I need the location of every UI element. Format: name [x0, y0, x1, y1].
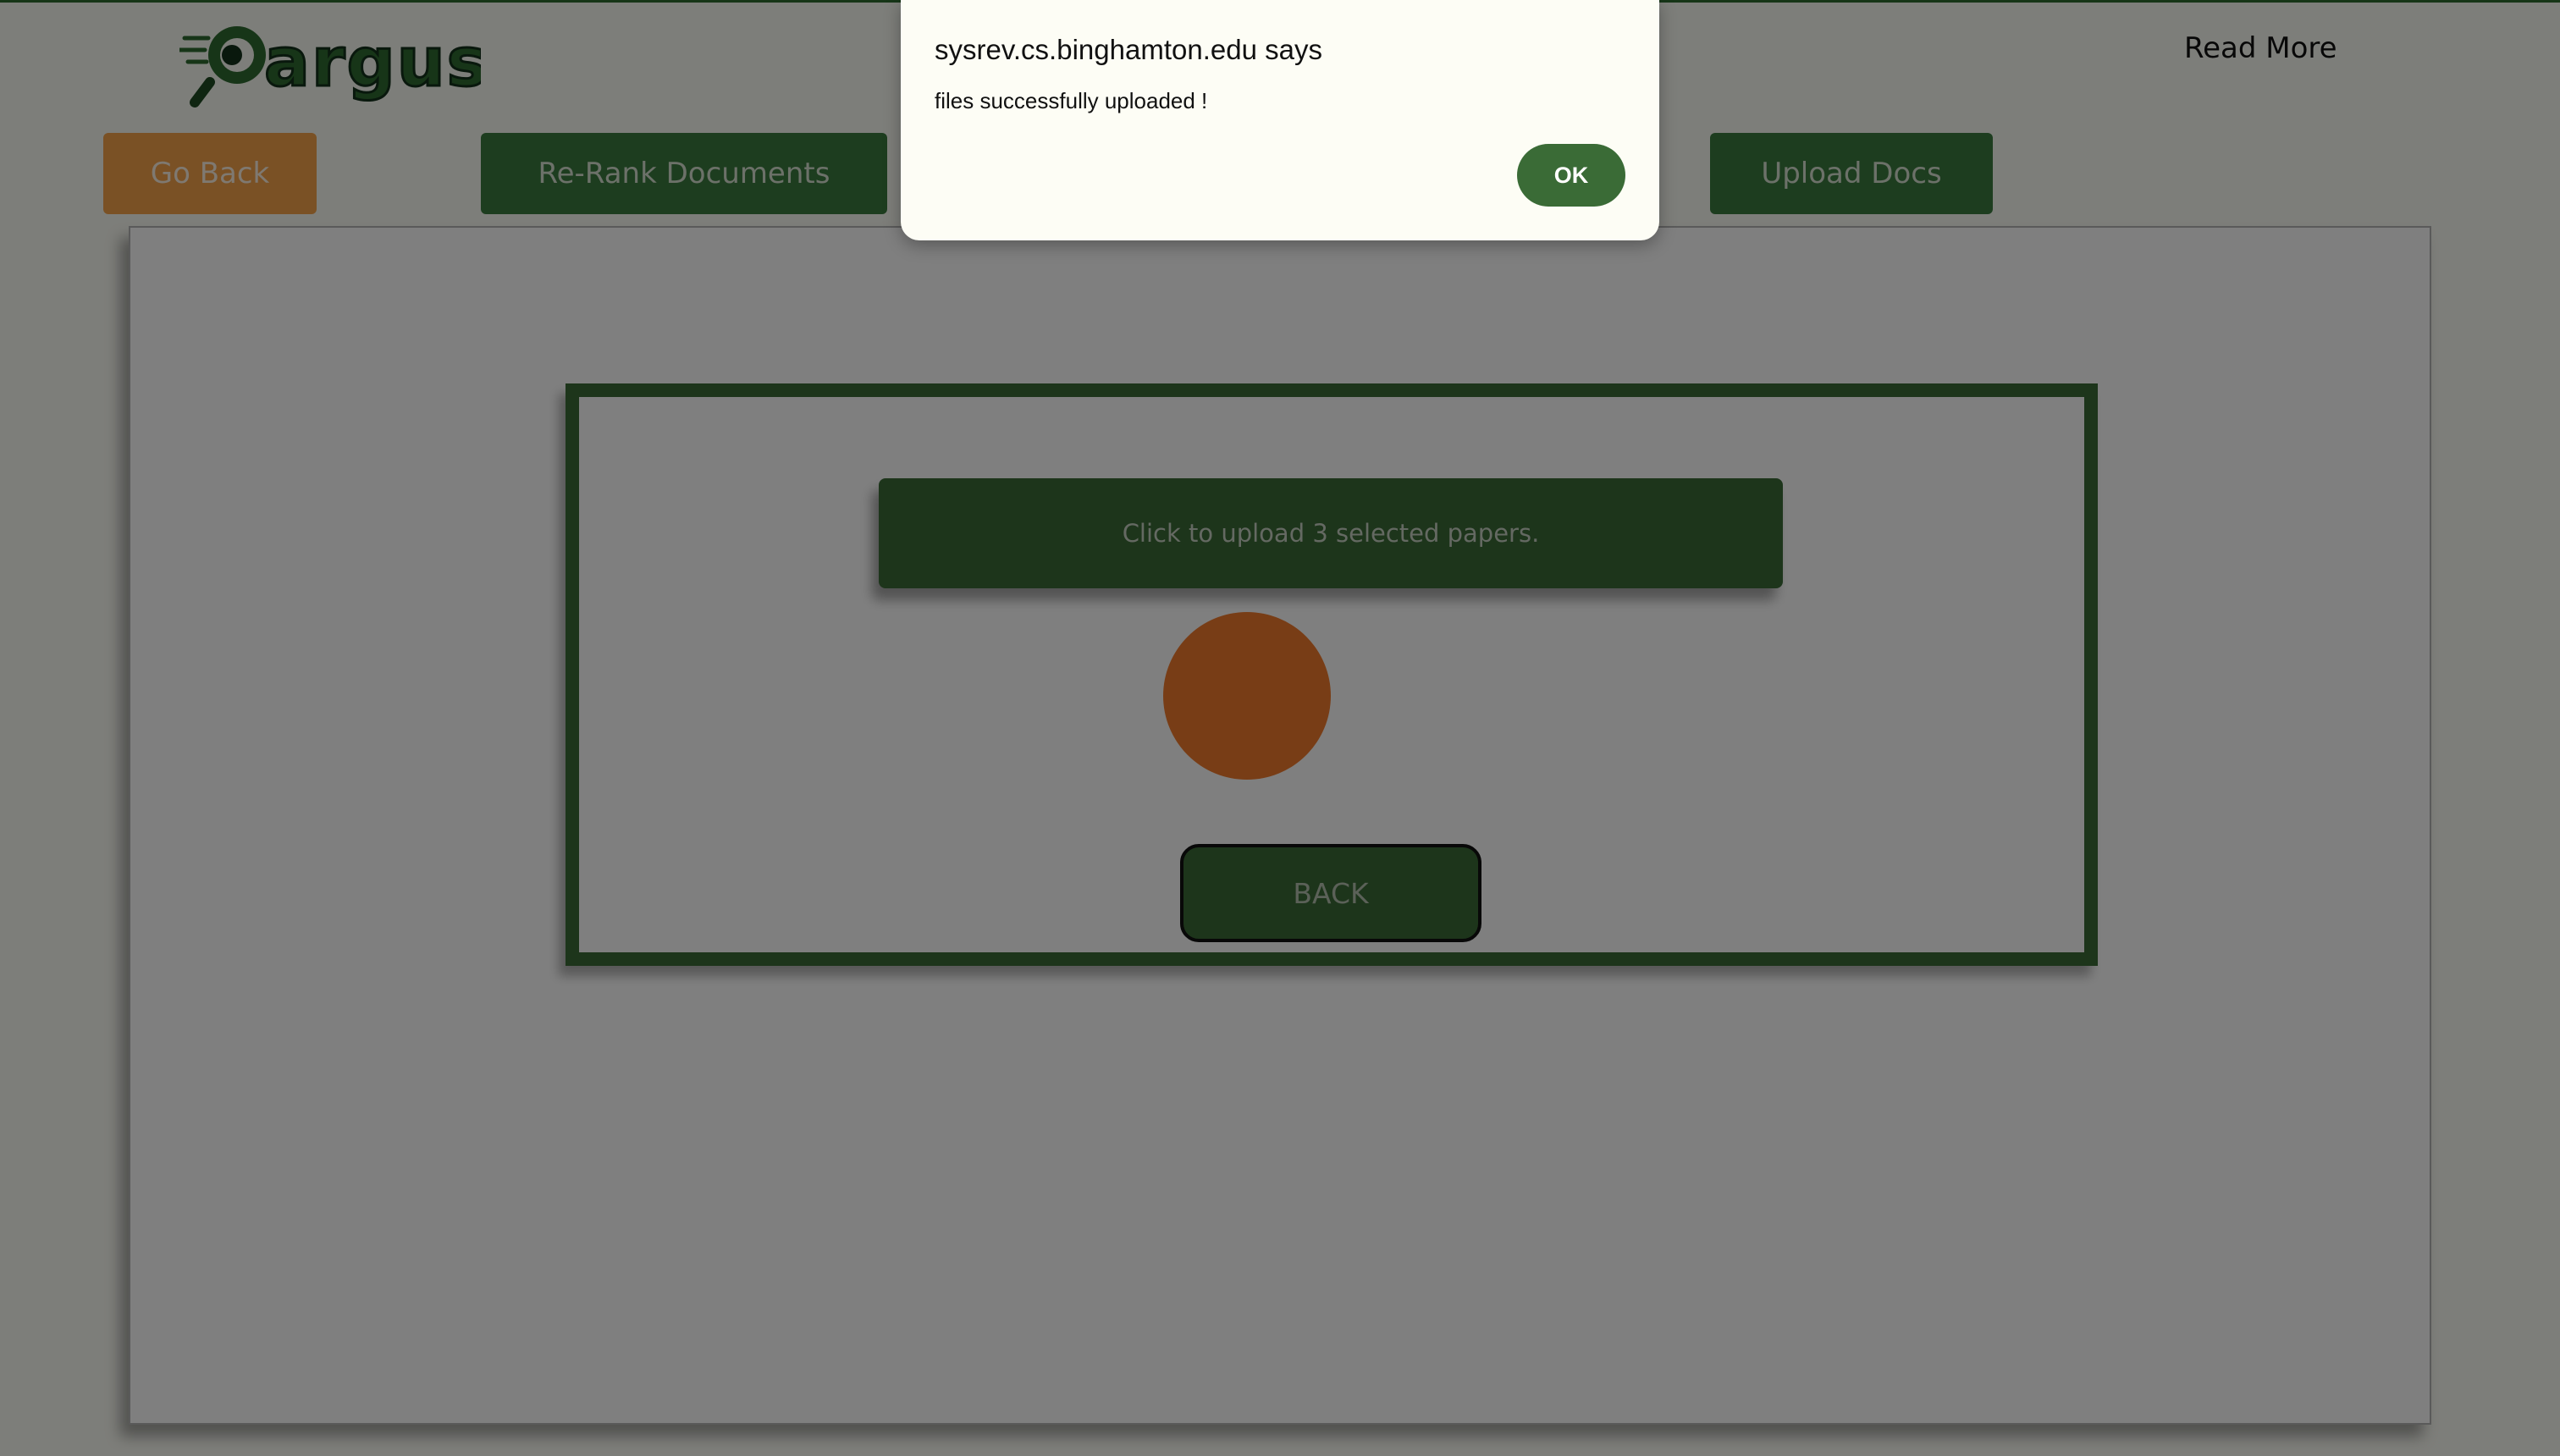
alert-dialog: sysrev.cs.binghamton.edu says files succ…: [901, 0, 1659, 240]
alert-message: files successfully uploaded !: [935, 88, 1208, 113]
alert-title: sysrev.cs.binghamton.edu says: [935, 34, 1322, 65]
alert-ok-button[interactable]: OK: [1517, 144, 1625, 207]
